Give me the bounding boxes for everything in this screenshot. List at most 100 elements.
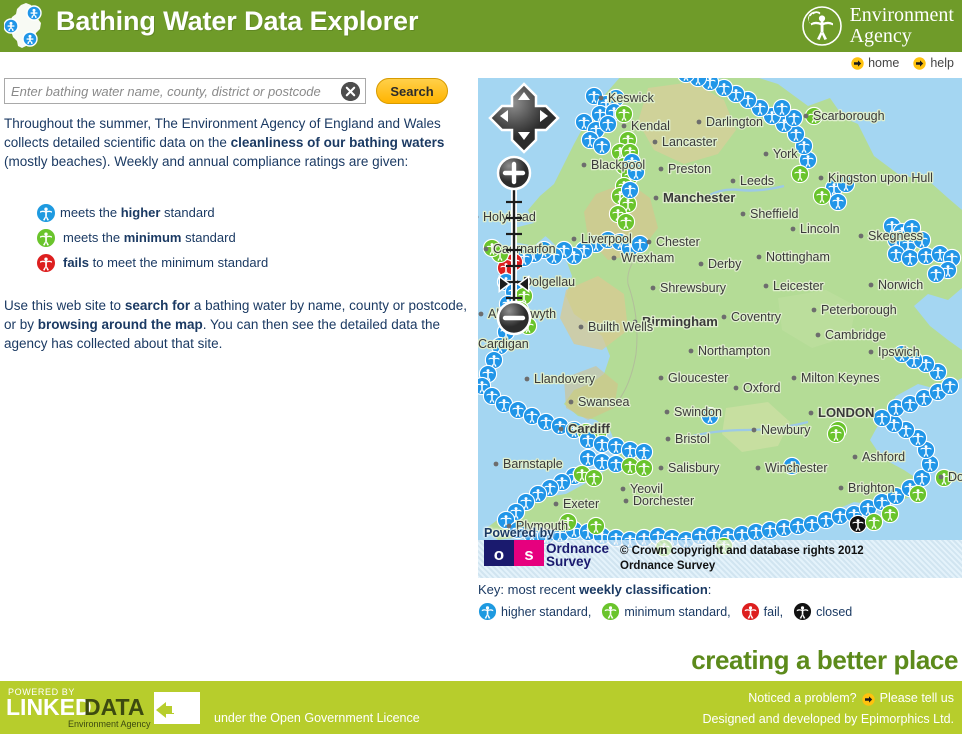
map-town-dot (740, 211, 746, 217)
map-place-label: Blackpool (591, 158, 645, 172)
clear-search-icon[interactable] (341, 82, 360, 101)
map-town-dot (524, 376, 530, 382)
map-place-label: Nottingham (766, 250, 830, 264)
tagline: creating a better place (691, 645, 958, 675)
powered-by-linkeddata-logo-icon: POWERED BY LINKED DATA Environment Agenc… (6, 684, 210, 731)
map-town-dot (483, 246, 489, 252)
map-place-label: Shrewsbury (660, 281, 727, 295)
map-town-dot (553, 501, 559, 507)
search-input[interactable] (5, 79, 335, 103)
map-place-label: Coventry (731, 310, 782, 324)
open-government-licence-label: under the Open Government Licence (214, 711, 420, 725)
map-place-label: Peterborough (821, 303, 897, 317)
map-town-dot (698, 261, 704, 267)
arrow-right-icon (851, 56, 864, 70)
map-place-label: Cardigan (478, 337, 529, 351)
bathing-water-marker-blue-icon (478, 602, 497, 621)
page-title: Bathing Water Data Explorer (56, 6, 419, 36)
map-place-label: Keswick (608, 91, 655, 105)
map-town-dot (650, 285, 656, 291)
nav-link-help[interactable]: help (913, 56, 954, 70)
map-place-label: Preston (668, 162, 711, 176)
map-place-label: Kingston upon Hull (828, 171, 933, 185)
map-place-label: Cardiff (568, 421, 611, 436)
intro-text-bold1: cleanliness of our bathing waters (230, 135, 445, 150)
site-footer: POWERED BY LINKED DATA Environment Agenc… (0, 681, 962, 734)
ordnance-survey-logo-icon: o s Ordnance Survey (484, 538, 612, 572)
key-label-closed: closed (816, 604, 853, 619)
map-place-label: Kendal (631, 119, 670, 133)
map-place-label: Bristol (675, 432, 710, 446)
map-place-label: Swansea (578, 395, 629, 409)
map-place-label: Dolgellau (523, 275, 575, 289)
svg-text:LINKED: LINKED (6, 694, 92, 720)
key-label-minimum: minimum standard, (624, 604, 731, 619)
map-town-dot (621, 123, 627, 129)
environment-agency-logo: Environment Agency (801, 3, 954, 49)
usage-paragraph: Use this web site to search for a bathin… (4, 296, 472, 353)
map-place-label: Milton Keynes (801, 371, 880, 385)
key-entry-closed: closed (793, 602, 852, 621)
map-town-dot (478, 311, 484, 317)
map-town-dot (730, 178, 736, 184)
map-town-dot (791, 375, 797, 381)
map-place-label: Chester (656, 235, 700, 249)
map-place-label: Barnstaple (503, 457, 563, 471)
map-town-dot (571, 236, 577, 242)
agency-name-line1: Environment (849, 4, 954, 26)
map-town-dot (763, 283, 769, 289)
search-button[interactable]: Search (376, 78, 448, 104)
map-town-dot (852, 454, 858, 460)
attribution-line-2: Ordnance Survey (620, 560, 716, 572)
nav-link-home[interactable]: home (851, 56, 899, 70)
map-place-label: Derby (708, 257, 742, 271)
bathing-water-marker-blue-icon (36, 202, 56, 223)
svg-text:o: o (494, 545, 504, 564)
list-item: meets the minimum standard (36, 225, 466, 250)
bathing-water-map[interactable]: Keswick Kendal Darlington Scarborough Lancas… (478, 78, 962, 578)
key-label-higher: higher standard, (501, 604, 592, 619)
site-header: Bathing Water Data Explorer Environment … (0, 0, 962, 52)
list-item-label: fails to meet the minimum standard (63, 255, 269, 270)
map-town-dot (868, 349, 874, 355)
report-problem-label: Noticed a problem? (748, 691, 857, 705)
map-place-label: Gloucester (668, 371, 728, 385)
map-town-dot (646, 239, 652, 245)
bathing-water-marker-green-icon (601, 602, 621, 621)
key-entry-higher: higher standard, (478, 602, 591, 621)
map-place-label: Lancaster (662, 135, 717, 149)
map-place-label: Llandovery (534, 372, 596, 386)
svg-text:s: s (524, 545, 533, 564)
map-town-dot (803, 113, 809, 119)
map-town-dot (755, 465, 761, 471)
map-key-items: higher standard, minimum standard, fail,… (478, 602, 962, 621)
please-tell-us-link[interactable]: Please tell us (880, 688, 954, 709)
map-place-label: Swindon (674, 405, 722, 419)
map-place-label: LONDON (818, 405, 874, 420)
arrow-right-icon (861, 692, 875, 706)
map-town-dot (658, 166, 664, 172)
map-place-label: Lincoln (800, 222, 840, 236)
map-town-dot (620, 486, 626, 492)
map-town-dot (733, 385, 739, 391)
bathing-water-marker-red-icon (36, 252, 56, 273)
map-town-dot (858, 233, 864, 239)
map-town-dot (581, 162, 587, 168)
map-town-dot (578, 324, 584, 330)
intro-paragraph: Throughout the summer, The Environment A… (4, 114, 472, 171)
map-place-label: Birmingham (642, 314, 718, 329)
map-place-label: Wrexham (621, 251, 674, 265)
report-problem-line: Noticed a problem? Please tell us (702, 688, 954, 709)
map-place-label: Dorchester (633, 494, 694, 508)
environment-agency-logo-icon (801, 5, 843, 47)
map-place-label: Sheffield (750, 207, 798, 221)
map-place-label: Dover (948, 470, 962, 484)
map-place-label: Norwich (878, 278, 923, 292)
environment-agency-wordmark: Environment Agency (850, 5, 954, 47)
map-place-label: Scarborough (813, 109, 885, 123)
map-town-dot (811, 307, 817, 313)
developer-credit: Designed and developed by Epimorphics Lt… (702, 712, 954, 726)
svg-text:Survey: Survey (546, 554, 592, 569)
map-canvas[interactable]: Keswick Kendal Darlington Scarborough Lancas… (478, 78, 962, 578)
zoom-out-minus-icon (496, 300, 532, 336)
